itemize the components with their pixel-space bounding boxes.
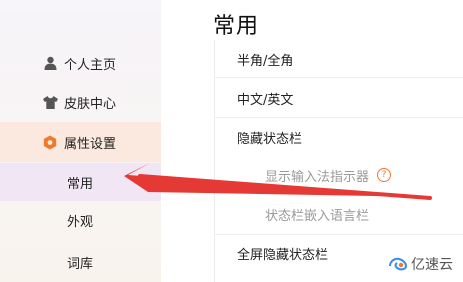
page-title: 常用	[213, 14, 260, 39]
sidebar-subitem-label: 常用	[67, 176, 94, 192]
row-label: 状态栏嵌入语言栏	[265, 208, 370, 224]
watermark-logo-icon	[389, 257, 407, 271]
sidebar-item-label: 属性设置	[64, 136, 117, 152]
sidebar-subitem-dictionary[interactable]: 词库	[0, 243, 161, 281]
settings-row-hide-status-bar[interactable]: 隐藏状态栏	[215, 118, 463, 156]
sidebar-item-profile[interactable]: 个人主页	[0, 43, 161, 83]
sidebar-item-skin-center[interactable]: 皮肤中心	[0, 82, 161, 122]
row-label: 显示输入法指示器	[265, 169, 370, 185]
settings-row-chinese-english[interactable]: 中文/英文	[215, 80, 463, 118]
person-icon	[42, 55, 58, 71]
settings-row-show-ime-indicator[interactable]: 显示输入法指示器 ?	[215, 156, 463, 194]
sidebar-subitem-label: 外观	[67, 214, 94, 230]
watermark-text: 亿速云	[411, 257, 453, 273]
sidebar-subitem-label: 词库	[67, 256, 94, 272]
help-icon[interactable]: ?	[377, 168, 392, 182]
row-label: 半角/全角	[237, 54, 294, 69]
settings-row-embed-language-bar[interactable]: 状态栏嵌入语言栏	[215, 195, 463, 233]
sidebar-subitem-common[interactable]: 常用	[0, 163, 161, 201]
row-label: 全屏隐藏状态栏	[237, 248, 329, 263]
settings-row-halfwidth-fullwidth[interactable]: 半角/全角	[215, 42, 463, 78]
row-label: 中文/英文	[237, 93, 294, 108]
sidebar-subitem-appearance[interactable]: 外观	[0, 201, 161, 239]
row-label: 隐藏状态栏	[237, 131, 303, 147]
sidebar-item-property-settings[interactable]: 属性设置	[0, 122, 161, 162]
hexagon-settings-icon	[42, 134, 58, 150]
watermark: 亿速云	[389, 254, 453, 274]
shirt-icon	[42, 94, 58, 110]
sidebar: 个人主页 皮肤中心 属性设置 常用 外观 词库	[0, 0, 161, 282]
sidebar-item-label: 皮肤中心	[64, 96, 117, 112]
sidebar-item-label: 个人主页	[64, 57, 117, 73]
